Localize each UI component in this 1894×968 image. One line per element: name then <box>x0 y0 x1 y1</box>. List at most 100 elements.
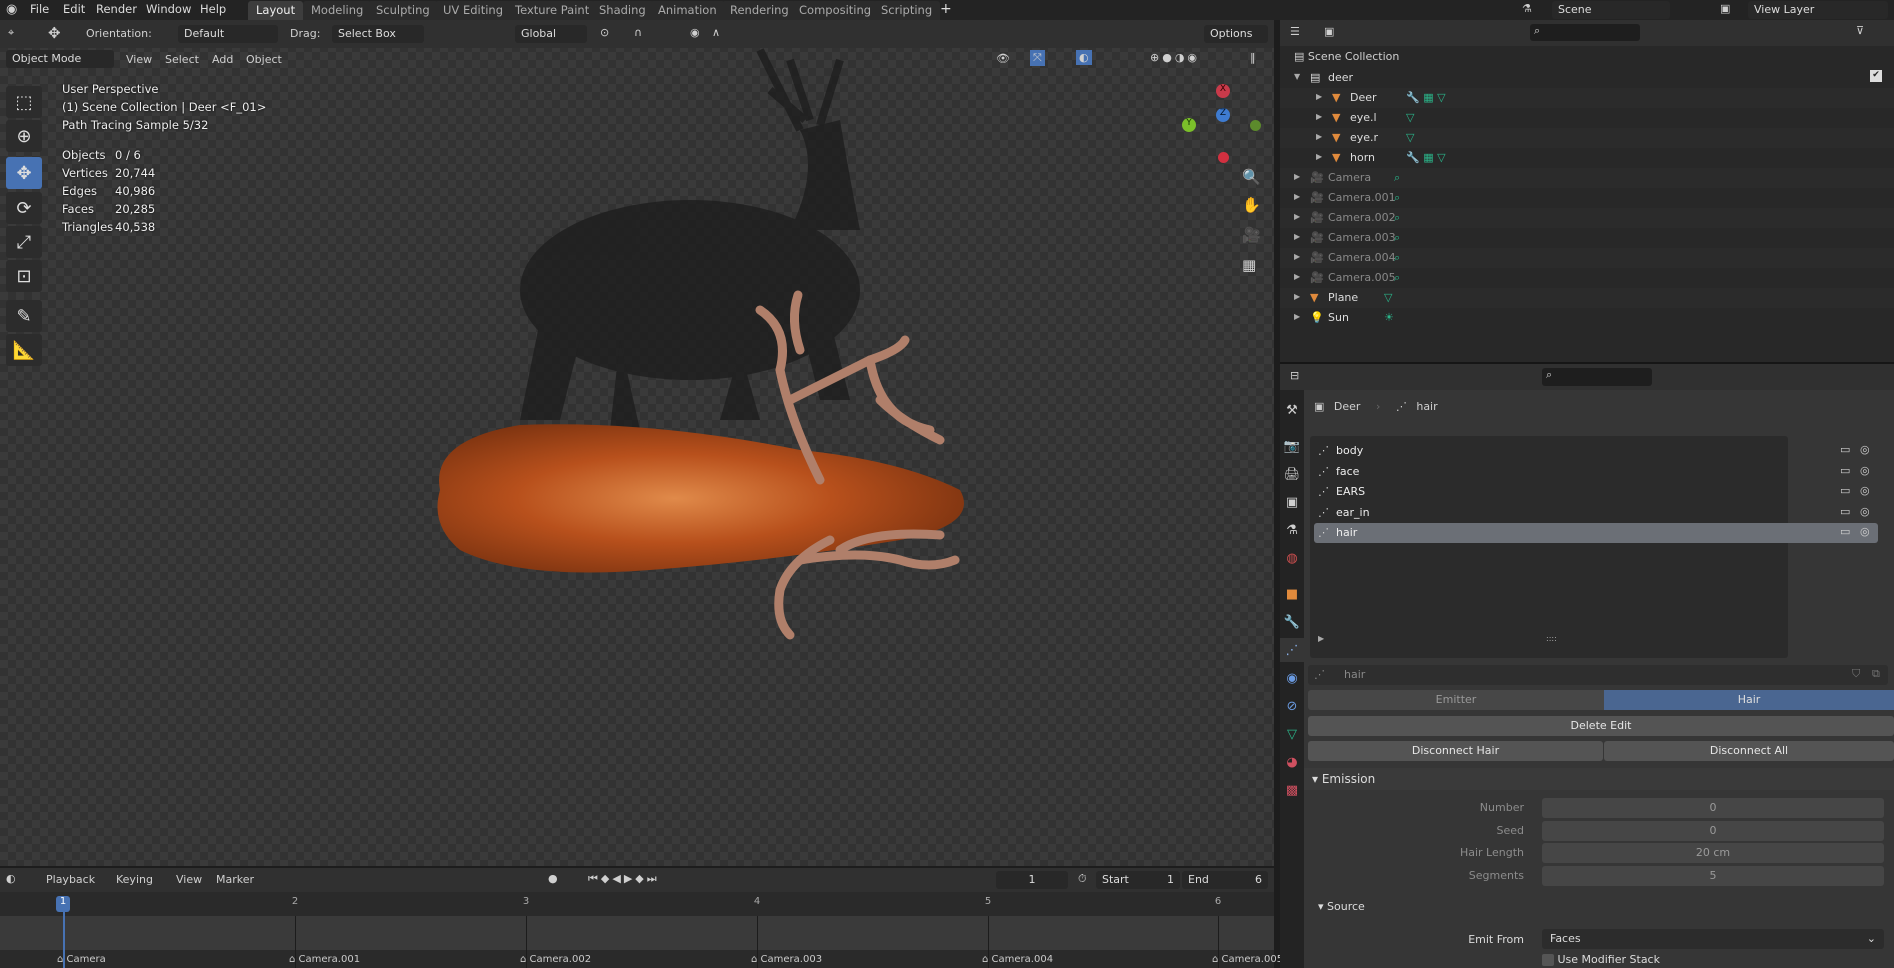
tab-particles[interactable]: ⋰ <box>1280 638 1304 662</box>
end-frame-field[interactable]: End 6 <box>1182 871 1268 889</box>
outliner-search-input[interactable]: ⌕ <box>1530 24 1640 41</box>
drag-dropdown[interactable]: Select Box <box>332 25 424 43</box>
tab-material[interactable]: ◕ <box>1280 750 1304 774</box>
outliner-item-camera-002[interactable]: ▶ 🎥 Camera.002 ⌕ <box>1280 208 1894 228</box>
scale-tool[interactable]: ⤢ <box>6 226 42 258</box>
frame-tick-label[interactable]: 3 <box>519 896 533 912</box>
expand-arrow-icon[interactable]: ▶ <box>1294 272 1300 281</box>
snap-icon[interactable]: ∩ <box>634 26 642 39</box>
scene-collection-row[interactable]: ▤ Scene Collection <box>1294 50 1399 63</box>
monitor-icon[interactable]: ▭ <box>1840 525 1850 538</box>
outliner-item-label[interactable]: eye.r <box>1350 131 1378 144</box>
editor-type-icon[interactable]: ⊟ <box>1290 369 1299 382</box>
seed-field[interactable]: 0 <box>1542 820 1884 841</box>
outliner-item-eye-r[interactable]: ▶ ▼ eye.r ▽ <box>1280 128 1894 148</box>
tab-modifiers[interactable]: 🔧 <box>1280 610 1304 634</box>
camera-marker[interactable]: ⌂ Camera.005 <box>1212 954 1283 965</box>
emit-from-dropdown[interactable]: Faces ⌄ <box>1542 929 1884 949</box>
blender-logo-icon[interactable]: ◉ <box>6 2 17 17</box>
tab-physics[interactable]: ◉ <box>1280 666 1304 690</box>
outliner-item-label[interactable]: Plane <box>1328 291 1358 304</box>
perspective-grid-icon[interactable]: ▦ <box>1242 256 1256 274</box>
camera-marker[interactable]: ⌂ Camera.001 <box>289 954 360 965</box>
delete-edit-button[interactable]: Delete Edit <box>1308 716 1894 736</box>
camera-render-icon[interactable]: ◎ <box>1860 484 1870 497</box>
orientation-dropdown[interactable]: Default <box>178 25 278 43</box>
frame-tick-label[interactable]: 1 <box>56 896 70 912</box>
expand-arrow-icon[interactable]: ▶ <box>1294 232 1300 241</box>
menu-view[interactable]: View <box>176 873 202 886</box>
visibility-icon[interactable]: 👁 <box>996 52 1010 65</box>
tab-view-layer[interactable]: ▣ <box>1280 490 1304 514</box>
particle-system-item[interactable]: ⋰ EARS ▭ ◎ <box>1314 482 1878 502</box>
playback-controls[interactable]: ⏮◆◀▶◆⏭ <box>588 872 660 886</box>
particle-system-item[interactable]: ⋰ hair ▭ ◎ <box>1314 523 1878 543</box>
camera-render-icon[interactable]: ◎ <box>1860 443 1870 456</box>
3d-viewport[interactable]: ⌖ ✥ Orientation: Default Drag: Select Bo… <box>0 20 1274 866</box>
tab-data[interactable]: ▽ <box>1280 722 1304 746</box>
list-resize-handle[interactable]: :::: <box>1546 634 1557 643</box>
outliner-item-label[interactable]: Camera <box>1328 171 1371 184</box>
disconnect-hair-button[interactable]: Disconnect Hair <box>1308 741 1603 761</box>
hair-type-button[interactable]: Hair <box>1604 690 1894 710</box>
cursor-tool[interactable]: ⊕ <box>6 120 42 152</box>
gizmo-toggle-icon[interactable]: ⤧ <box>1030 50 1045 66</box>
menu-marker[interactable]: Marker <box>216 873 254 886</box>
add-workspace-button[interactable]: + <box>940 1 952 17</box>
expand-arrow-icon[interactable]: ▶ <box>1294 172 1300 181</box>
outliner-item-label[interactable]: Camera.005 <box>1328 271 1396 284</box>
gizmo-y-axis[interactable]: Y <box>1182 118 1196 132</box>
expand-arrow-icon[interactable]: ▶ <box>1316 152 1322 161</box>
outliner-item-label[interactable]: Camera.001 <box>1328 191 1396 204</box>
outliner-item-camera-003[interactable]: ▶ 🎥 Camera.003 ⌕ <box>1280 228 1894 248</box>
options-dropdown[interactable]: Options <box>1204 25 1268 43</box>
outliner-item-label[interactable]: deer <box>1328 71 1353 84</box>
navigation-gizmo[interactable]: X Y Z <box>1180 82 1261 163</box>
shading-mode-icons[interactable]: ⊕●◑◉ <box>1150 51 1200 64</box>
record-icon[interactable]: ● <box>548 872 558 885</box>
tool-icon[interactable]: ⌖ <box>8 26 14 40</box>
pivot-icon[interactable]: ⊙ <box>600 26 609 39</box>
data-icons[interactable]: ▽ <box>1384 291 1392 304</box>
outliner-item-eye-l[interactable]: ▶ ▼ eye.l ▽ <box>1280 108 1894 128</box>
monitor-icon[interactable]: ▭ <box>1840 484 1850 497</box>
data-icons[interactable]: 🔧 ▦ ▽ <box>1406 91 1446 104</box>
gizmo-z-axis[interactable]: Z <box>1216 108 1230 122</box>
falloff-icon[interactable]: ∧ <box>712 26 720 39</box>
data-icons[interactable]: 🔧 ▦ ▽ <box>1406 151 1446 164</box>
expand-arrow-icon[interactable]: ▶ <box>1316 92 1322 101</box>
proportional-edit-icon[interactable]: ◉ <box>690 26 700 39</box>
camera-marker[interactable]: ⌂ Camera <box>57 954 106 965</box>
view-layer-selector[interactable]: View Layer <box>1748 1 1888 19</box>
tab-modeling[interactable]: Modeling <box>303 1 372 20</box>
camera-marker[interactable]: ⌂ Camera.003 <box>751 954 822 965</box>
tab-layout[interactable]: Layout <box>248 1 304 20</box>
fake-user-icon[interactable]: ⛉ <box>1852 667 1860 681</box>
outliner-item-label[interactable]: Sun <box>1328 311 1349 324</box>
overlay-toggle-icon[interactable]: ◐ <box>1076 50 1092 65</box>
camera-marker[interactable]: ⌂ Camera.002 <box>520 954 591 965</box>
tab-texture[interactable]: ▩ <box>1280 778 1304 802</box>
emitter-type-button[interactable]: Emitter <box>1308 690 1604 710</box>
outliner-item-deer[interactable]: ▼ ▤ deer ✔ <box>1280 68 1894 88</box>
tab-output[interactable]: 🖨 <box>1280 462 1304 486</box>
select-box-tool[interactable]: ⬚ <box>6 86 42 118</box>
data-icons[interactable]: ▽ <box>1406 111 1414 124</box>
particle-system-item[interactable]: ⋰ ear_in ▭ ◎ <box>1314 503 1878 523</box>
expand-arrow-icon[interactable]: ▶ <box>1316 112 1322 121</box>
tab-object[interactable]: ■ <box>1280 582 1304 606</box>
expand-arrow-icon[interactable]: ▶ <box>1294 252 1300 261</box>
tab-tool[interactable]: ⚒ <box>1280 398 1304 422</box>
outliner-item-label[interactable]: horn <box>1350 151 1375 164</box>
gizmo-neg-x[interactable] <box>1218 152 1229 163</box>
timeline-track[interactable] <box>0 916 1274 950</box>
menu-keying[interactable]: Keying <box>116 873 153 886</box>
expand-arrow-icon[interactable]: ▶ <box>1316 132 1322 141</box>
outliner-item-label[interactable]: Deer <box>1350 91 1377 104</box>
frame-tick-label[interactable]: 6 <box>1211 896 1225 912</box>
number-field[interactable]: 0 <box>1542 798 1884 818</box>
camera-marker[interactable]: ⌂ Camera.004 <box>982 954 1053 965</box>
camera-data-icon[interactable]: ⌕ <box>1394 191 1400 205</box>
particle-system-item[interactable]: ⋰ face ▭ ◎ <box>1314 462 1878 482</box>
expand-arrow-icon[interactable]: ▶ <box>1294 212 1300 221</box>
